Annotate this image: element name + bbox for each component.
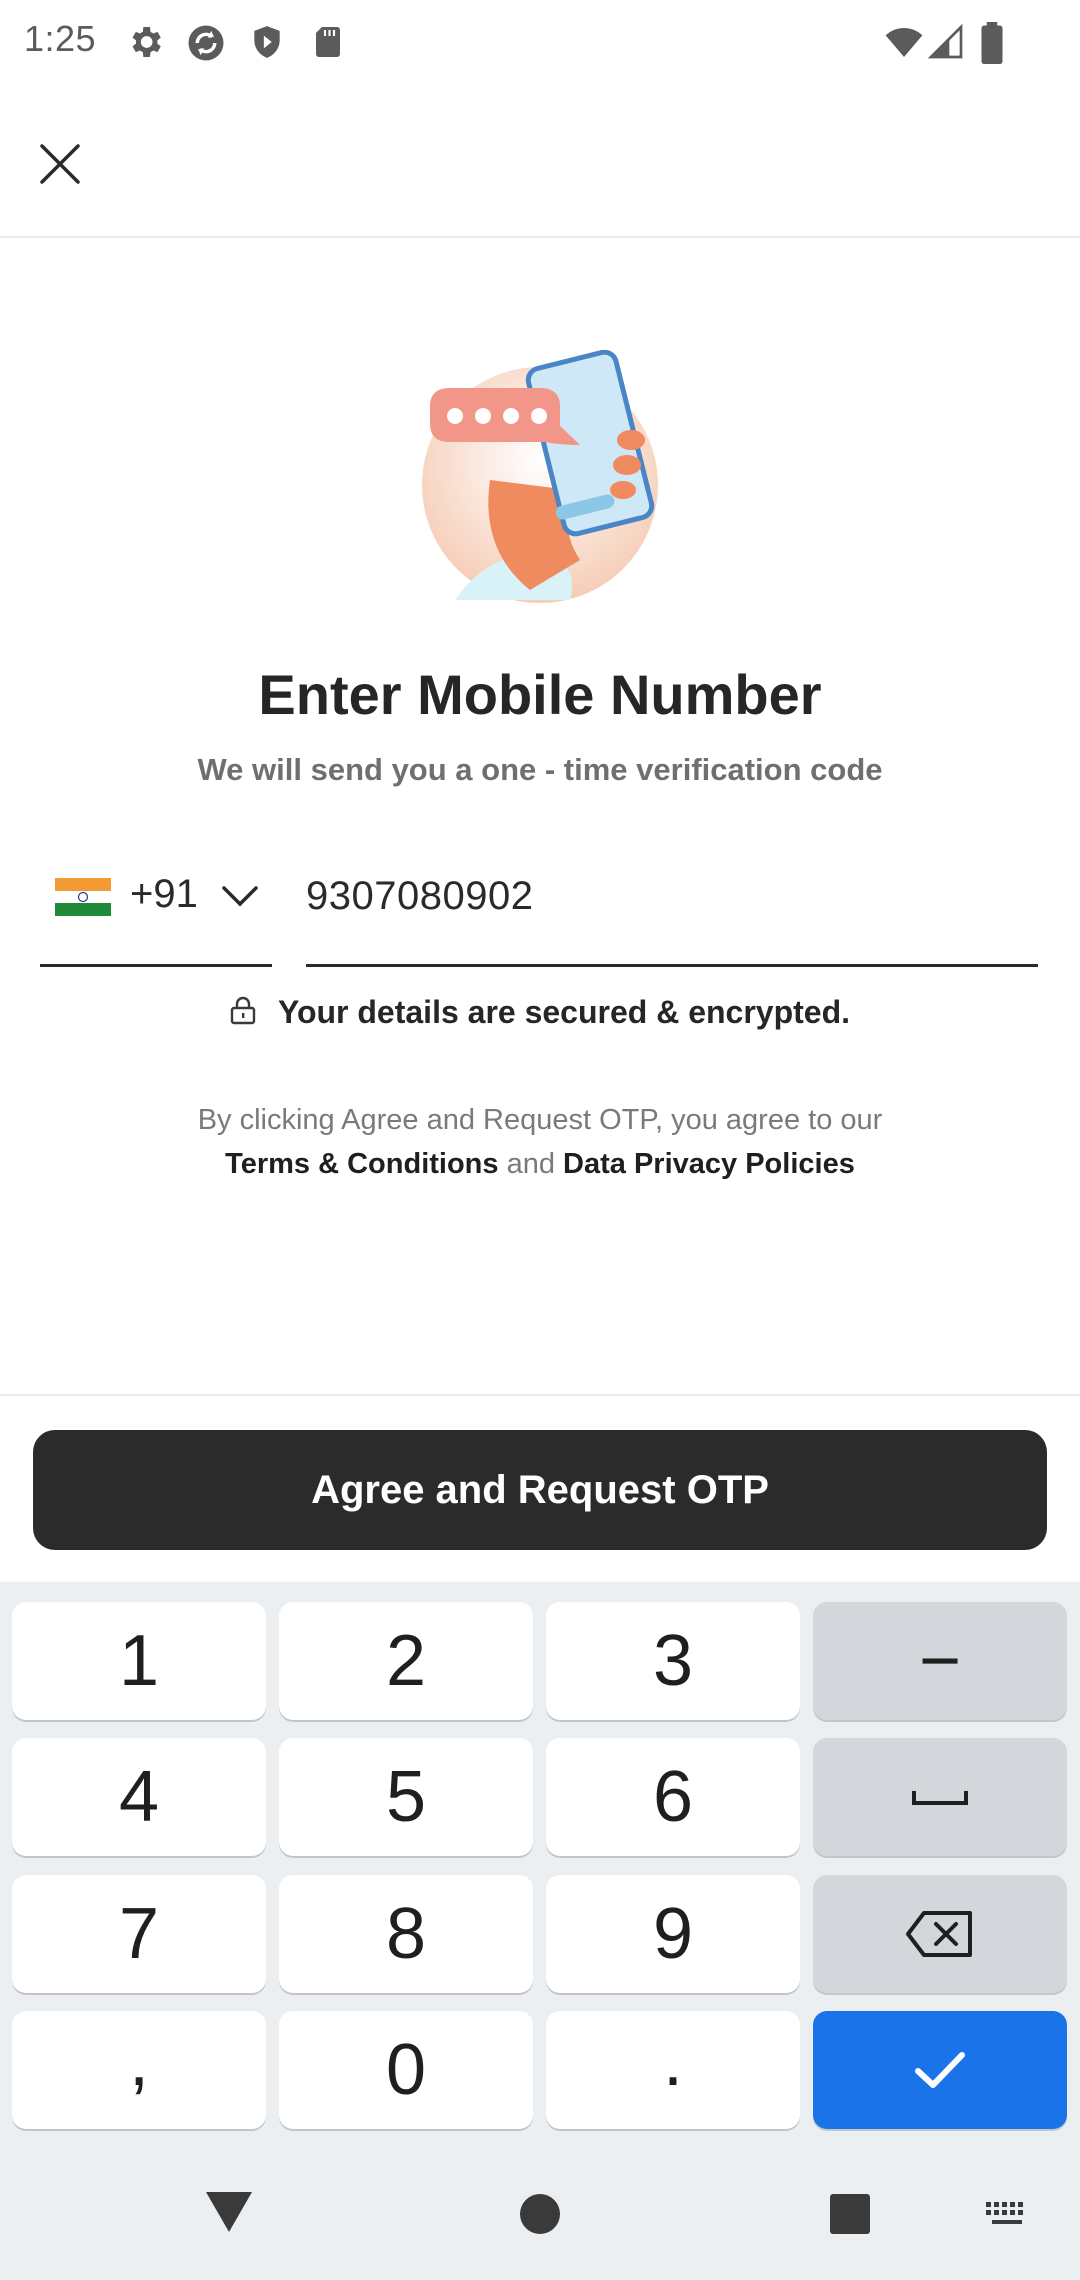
phone-number-field[interactable]: 9307080902 [306,860,1038,967]
sd-card-icon [310,22,350,62]
key-1[interactable]: 1 [12,1602,266,1720]
back-icon[interactable] [204,2190,254,2239]
key-5[interactable]: 5 [279,1738,533,1856]
shield-icon [248,22,288,62]
numeric-keyboard: 1 2 3 − 4 5 6 7 8 9 , 0 . [0,1582,1080,2142]
key-8[interactable]: 8 [279,1875,533,1993]
home-icon[interactable] [518,2192,562,2241]
phone-number-value: 9307080902 [306,874,534,918]
status-time: 1:25 [24,18,97,59]
country-code-selector[interactable]: +91 [40,860,272,967]
backspace-key[interactable] [813,1875,1067,1993]
navigation-bar [0,2142,1080,2280]
key-2[interactable]: 2 [279,1602,533,1720]
gear-icon [125,22,165,62]
key-6[interactable]: 6 [546,1738,800,1856]
page-subtitle: We will send you a one - time verificati… [197,752,883,787]
terms-link[interactable]: Terms & Conditions [225,1148,498,1180]
app-bar [0,90,1080,238]
close-button[interactable] [28,132,92,196]
sync-icon [185,22,225,62]
secure-note: Your details are secured & encrypted. [0,994,1080,1031]
terms-links: Terms & Conditions and Data Privacy Poli… [0,1148,1080,1181]
key-4[interactable]: 4 [12,1738,266,1856]
key-minus[interactable]: − [813,1602,1067,1720]
key-0[interactable]: 0 [279,2011,533,2129]
india-flag-icon [55,878,111,916]
terms-and-text: and [506,1148,555,1180]
battery-icon [978,22,1018,64]
key-period[interactable]: . [546,2011,800,2129]
space-key[interactable] [813,1738,1067,1856]
recents-icon[interactable] [828,2192,872,2241]
country-code: +91 [130,872,198,916]
privacy-link[interactable]: Data Privacy Policies [563,1148,855,1180]
done-key[interactable] [813,2011,1067,2129]
agree-request-otp-button[interactable]: Agree and Request OTP [33,1430,1047,1550]
secure-text: Your details are secured & encrypted. [277,994,851,1030]
signal-icon [926,22,966,62]
chevron-down-icon [220,882,260,910]
backspace-icon [906,1911,972,1957]
status-bar: 1:25 [0,0,1080,90]
key-3[interactable]: 3 [546,1602,800,1720]
keyboard-icon[interactable] [984,2200,1030,2235]
close-icon [40,144,80,184]
phone-illustration [410,349,670,610]
page-title: Enter Mobile Number [258,663,822,726]
key-comma[interactable]: , [12,2011,266,2129]
key-7[interactable]: 7 [12,1875,266,1993]
wifi-icon [882,22,923,62]
check-icon [915,2052,965,2088]
terms-text: By clicking Agree and Request OTP, you a… [197,1104,883,1136]
key-9[interactable]: 9 [546,1875,800,1993]
space-icon [912,1791,968,1805]
lock-icon [230,995,256,1025]
